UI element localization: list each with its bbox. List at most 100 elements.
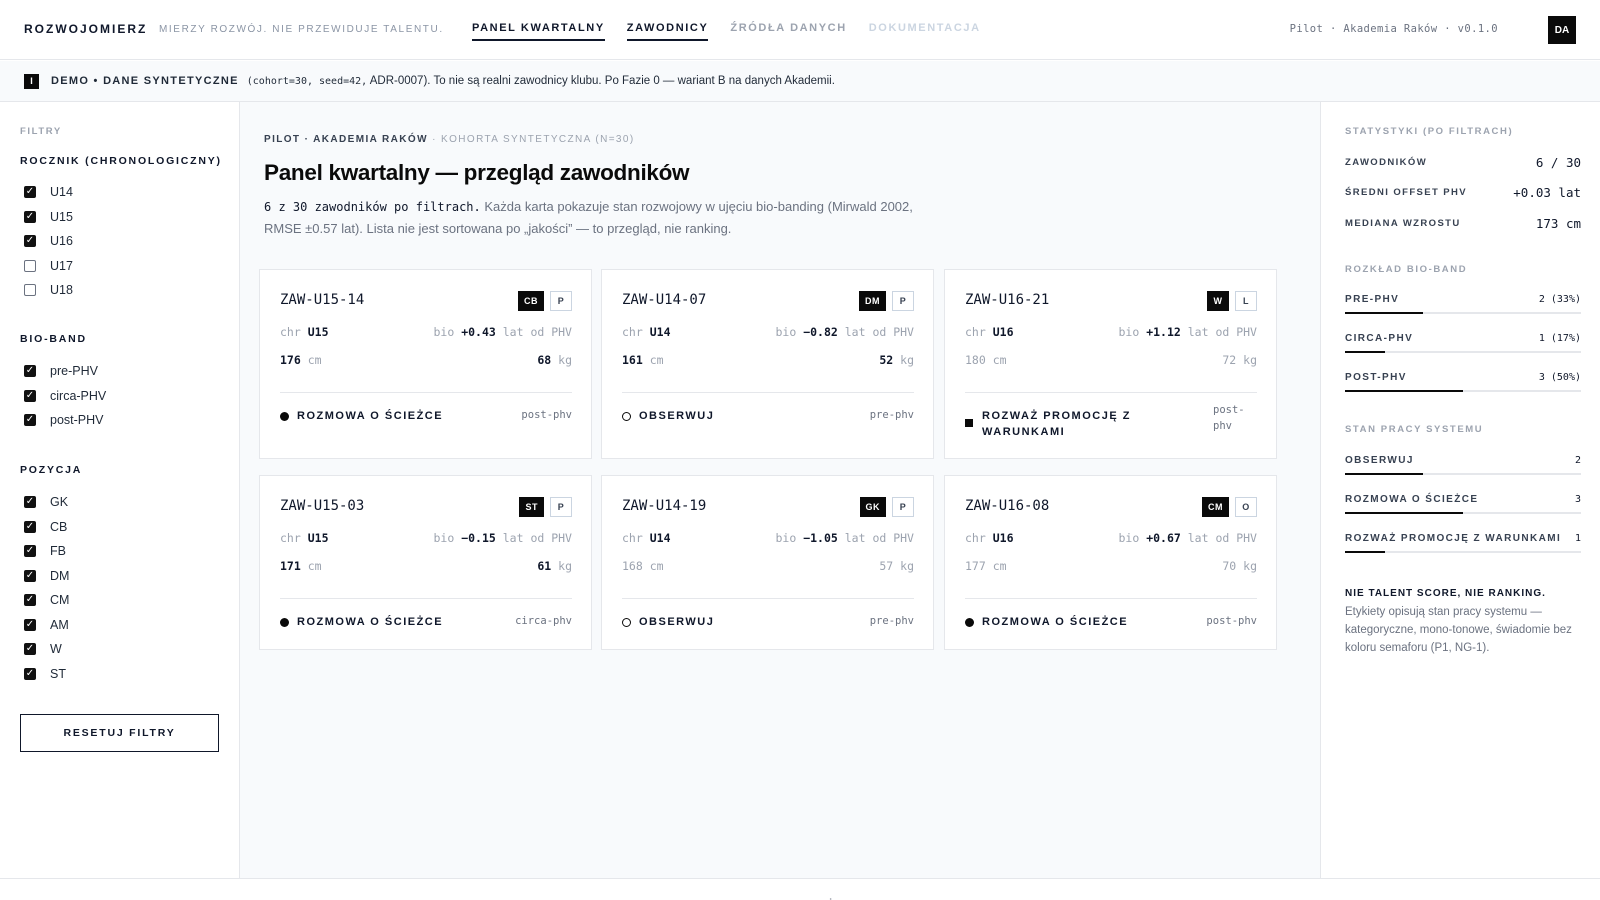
distribution-label: ROZMOWA O ŚCIEŻCE <box>1345 494 1479 505</box>
brand-tagline: MIERZY ROZWÓJ. NIE PRZEWIDUJE TALENTU. <box>159 24 444 35</box>
age-row: chr U15 bio +0.43 lat od PHV <box>280 325 572 339</box>
player-id: ZAW-U14-07 <box>622 292 707 308</box>
pozycja-title: POZYCJA <box>20 464 83 476</box>
filter-option-post-phv[interactable]: ✓ post-PHV <box>24 408 106 433</box>
player-card[interactable]: ZAW-U16-21 W Lchr U16 bio +1.12 lat od PHV 1… <box>944 269 1277 459</box>
breadcrumb-kohorta: · KOHORTA SYNTETYCZNA (N=30) <box>427 134 635 145</box>
main-content: PILOT · AKADEMIA RAKÓW · KOHORTA SYNTETY… <box>240 102 1320 878</box>
checkbox[interactable]: ✓ <box>24 643 36 656</box>
player-id: ZAW-U16-21 <box>965 292 1050 308</box>
player-height: 177 cm <box>965 559 1007 573</box>
stat-row: MEDIANA WZROSTU 173 cm <box>1345 216 1581 231</box>
filter-option-label: U18 <box>50 283 73 298</box>
card-divider <box>280 598 572 599</box>
foot-badge: L <box>1235 291 1257 311</box>
filter-option-w[interactable]: ✓ W <box>24 637 69 662</box>
checkbox[interactable]: ✓ <box>24 210 36 223</box>
filter-option-pre-phv[interactable]: ✓ pre-PHV <box>24 359 106 384</box>
brand-logo[interactable]: ROZWOJOMIERZ <box>24 22 147 36</box>
action-text: OBSERWUJ <box>639 410 715 422</box>
player-card[interactable]: ZAW-U16-08 CM Ochr U16 bio +0.67 lat od PHV… <box>944 475 1277 650</box>
nav-zawodnicy[interactable]: ZAWODNICY <box>626 22 709 41</box>
distribution-head: ROZMOWA O ŚCIEŻCE 3 <box>1345 494 1581 505</box>
filter-option-u15[interactable]: ✓ U15 <box>24 205 73 230</box>
filter-option-st[interactable]: ✓ ST <box>24 662 69 687</box>
top-bar: ROZWOJOMIERZ MIERZY ROZWÓJ. NIE PRZEWIDU… <box>0 0 1600 60</box>
distribution-value: 2 (33%) <box>1538 294 1581 305</box>
checkbox[interactable]: ✓ <box>24 594 36 607</box>
checkbox[interactable]: ✓ <box>24 235 36 248</box>
bioband-title: BIO-BAND <box>20 333 87 345</box>
bio-offset: bio +1.12 lat od PHV <box>1118 325 1257 339</box>
chrono-age: chr U15 <box>280 325 329 339</box>
card-divider <box>965 392 1257 393</box>
player-card[interactable]: ZAW-U15-14 CB Pchr U15 bio +0.43 lat od PHV… <box>259 269 592 459</box>
checkbox[interactable]: ✓ <box>24 667 36 680</box>
filter-option-cb[interactable]: ✓ CB <box>24 515 69 540</box>
checkbox[interactable]: ✓ <box>24 186 36 199</box>
age-row: chr U16 bio +1.12 lat od PHV <box>965 325 1257 339</box>
distribution-fill <box>1345 512 1463 514</box>
checkbox[interactable]: ✓ <box>24 414 36 427</box>
filters-sidebar: FILTRY ROCZNIK (CHRONOLOGICZNY) ✓ U14 ✓ U15… <box>0 102 240 878</box>
player-height: 180 cm <box>965 353 1007 367</box>
nav-zrodla-danych[interactable]: ŹRÓDŁA DANYCH <box>730 22 846 41</box>
player-card[interactable]: ZAW-U15-03 ST Pchr U15 bio −0.15 lat od PHV… <box>259 475 592 650</box>
breadcrumb-pilot[interactable]: PILOT · AKADEMIA RAKÓW <box>264 134 428 145</box>
player-id: ZAW-U15-14 <box>280 292 365 308</box>
checkbox[interactable]: ✓ <box>24 496 36 509</box>
user-avatar[interactable]: DA <box>1548 16 1576 44</box>
filter-option-u18[interactable]: U18 <box>24 278 73 303</box>
filter-option-label: pre-PHV <box>50 364 98 379</box>
filter-option-label: U16 <box>50 234 73 249</box>
distribution-fill <box>1345 551 1386 553</box>
foot-badge: P <box>550 291 572 311</box>
filter-option-circa-phv[interactable]: ✓ circa-PHV <box>24 384 106 409</box>
position-badge: CB <box>518 291 544 311</box>
reset-filters-button[interactable]: RESETUJ FILTRY <box>20 714 219 752</box>
dot-marker-icon <box>965 617 974 627</box>
filter-option-label: post-PHV <box>50 413 104 428</box>
filter-option-u17[interactable]: U17 <box>24 254 73 279</box>
bio-offset: bio +0.43 lat od PHV <box>433 325 572 339</box>
filter-option-u16[interactable]: ✓ U16 <box>24 229 73 254</box>
checkbox[interactable]: ✓ <box>24 569 36 582</box>
checkbox[interactable]: ✓ <box>24 520 36 533</box>
player-card[interactable]: ZAW-U14-07 DM Pchr U14 bio −0.82 lat od PHV… <box>601 269 934 459</box>
distribution-value: 2 <box>1574 455 1581 466</box>
checkbox[interactable]: ✓ <box>24 618 36 631</box>
player-id: ZAW-U16-08 <box>965 498 1050 514</box>
stat-value: 173 cm <box>1535 216 1581 231</box>
nav-dokumentacja[interactable]: DOKUMENTACJA <box>869 22 981 41</box>
filter-option-am[interactable]: ✓ AM <box>24 613 69 638</box>
filter-option-gk[interactable]: ✓ GK <box>24 490 69 515</box>
distribution-label: OBSERWUJ <box>1345 455 1414 466</box>
checkbox[interactable]: ✓ <box>24 365 36 378</box>
filter-option-dm[interactable]: ✓ DM <box>24 564 69 589</box>
distribution-row: OBSERWUJ 2 <box>1345 455 1581 475</box>
foot-badge: P <box>892 291 914 311</box>
player-badges: DM P <box>859 291 914 311</box>
bio-band-tag: post-phv <box>1206 615 1257 627</box>
action-label: OBSERWUJ <box>622 614 842 630</box>
position-badge: W <box>1207 291 1229 311</box>
checkbox[interactable] <box>24 284 36 297</box>
bio-band-tag: post-phv <box>521 409 572 421</box>
filter-option-cm[interactable]: ✓ CM <box>24 588 69 613</box>
dot-marker-icon <box>280 617 289 627</box>
distribution-label: POST-PHV <box>1345 372 1407 383</box>
checkbox[interactable] <box>24 259 36 272</box>
player-card[interactable]: ZAW-U14-19 GK Pchr U14 bio −1.05 lat od PHV… <box>601 475 934 650</box>
body-row: 176 cm 68 kg <box>280 353 572 367</box>
nav-panel-kwartalny[interactable]: PANEL KWARTALNY <box>472 22 605 41</box>
action-text: ROZMOWA O ŚCIEŻCE <box>297 410 444 422</box>
filter-option-label: circa-PHV <box>50 388 107 403</box>
position-badge: DM <box>859 291 886 311</box>
checkbox[interactable]: ✓ <box>24 389 36 402</box>
filter-option-fb[interactable]: ✓ FB <box>24 539 69 564</box>
filter-option-u14[interactable]: ✓ U14 <box>24 180 73 205</box>
card-divider <box>965 598 1257 599</box>
filter-option-label: CB <box>50 519 68 534</box>
checkbox[interactable]: ✓ <box>24 545 36 558</box>
distribution-label: CIRCA-PHV <box>1345 333 1414 344</box>
